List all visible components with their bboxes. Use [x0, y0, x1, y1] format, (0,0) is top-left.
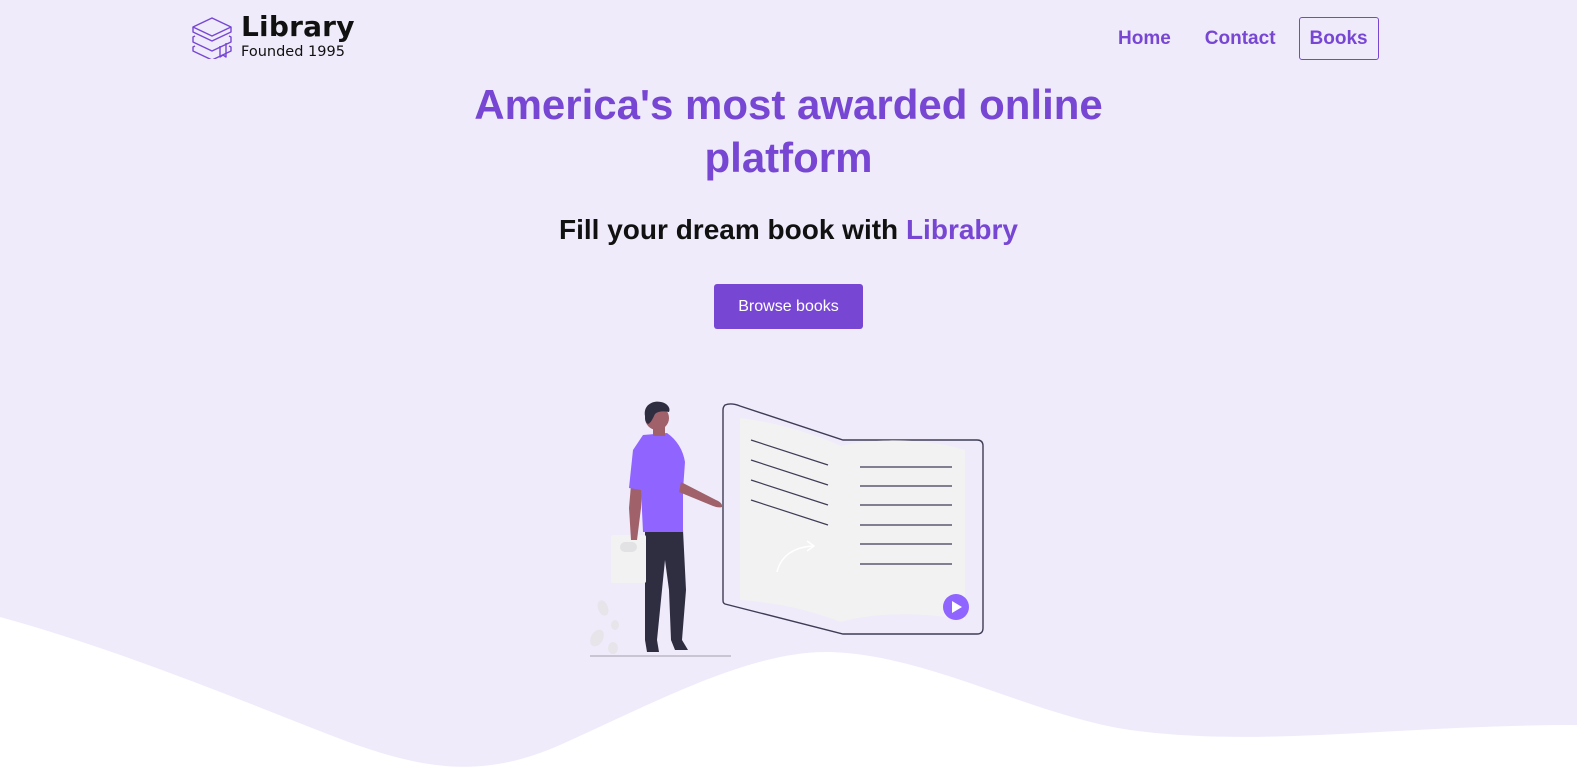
hero-subtitle-accent: Librabry	[905, 214, 1018, 245]
site-header: Library Founded 1995 Home Contact Books	[0, 0, 1577, 78]
browse-books-button[interactable]: Browse books	[714, 284, 863, 329]
hero-title: America's most awarded online platform	[474, 81, 1103, 181]
play-icon	[943, 594, 969, 620]
brand-subtitle: Founded 1995	[241, 43, 345, 60]
brand-title: Library	[241, 9, 355, 43]
hero-subtitle-prefix: Fill your dream book with	[559, 214, 906, 245]
stacked-books-icon	[192, 17, 232, 59]
brand-logo[interactable]: Library Founded 1995	[190, 10, 355, 62]
main-nav: Home Contact Books	[1107, 17, 1379, 60]
hero-subtitle: Fill your dream book with Librabry	[0, 212, 1577, 248]
nav-books-link[interactable]: Books	[1298, 17, 1379, 60]
person-reading-book-icon	[590, 401, 984, 657]
nav-contact-link[interactable]: Contact	[1194, 17, 1287, 60]
hero-section: America's most awarded online platform F…	[0, 78, 1577, 329]
nav-home-link[interactable]: Home	[1107, 17, 1182, 60]
